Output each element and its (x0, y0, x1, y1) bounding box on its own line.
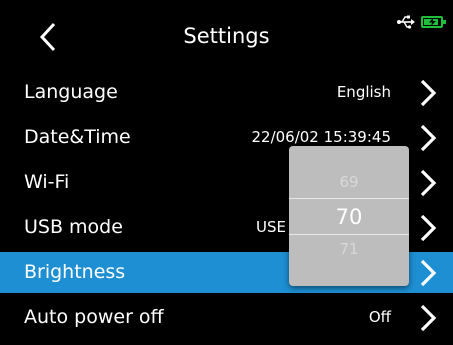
picker-option-prev[interactable]: 69 (289, 171, 409, 193)
row-value: USE (256, 218, 286, 236)
brightness-picker[interactable]: 69 70 71 (289, 146, 409, 286)
header-bar: Settings (0, 0, 453, 72)
picker-divider (289, 234, 409, 235)
settings-row-auto-power-off[interactable]: Auto power off Off (0, 297, 453, 338)
picker-option-next[interactable]: 71 (289, 238, 409, 260)
settings-row-language[interactable]: Language English (0, 72, 453, 113)
usb-icon (397, 15, 415, 29)
row-label: Wi-Fi (24, 171, 70, 193)
picker-option-selected[interactable]: 70 (289, 202, 409, 232)
row-value: Off (368, 308, 391, 326)
status-indicators (397, 14, 446, 30)
row-label: Auto power off (24, 306, 164, 328)
battery-charging-icon (421, 16, 446, 28)
picker-divider (289, 198, 409, 199)
chevron-right-icon (420, 79, 437, 107)
row-value: English (336, 83, 391, 101)
row-label: Brightness (24, 261, 126, 283)
chevron-right-icon (420, 169, 437, 197)
row-value: 22/06/02 15:39:45 (251, 128, 391, 146)
charging-bolt-icon (429, 18, 436, 26)
chevron-right-icon (420, 214, 437, 242)
row-label: Date&Time (24, 126, 131, 148)
chevron-right-icon (420, 124, 437, 152)
chevron-right-icon (420, 304, 437, 332)
page-title: Settings (183, 24, 270, 48)
row-label: Language (24, 81, 118, 103)
chevron-right-icon (420, 259, 437, 287)
row-label: USB mode (24, 216, 123, 238)
